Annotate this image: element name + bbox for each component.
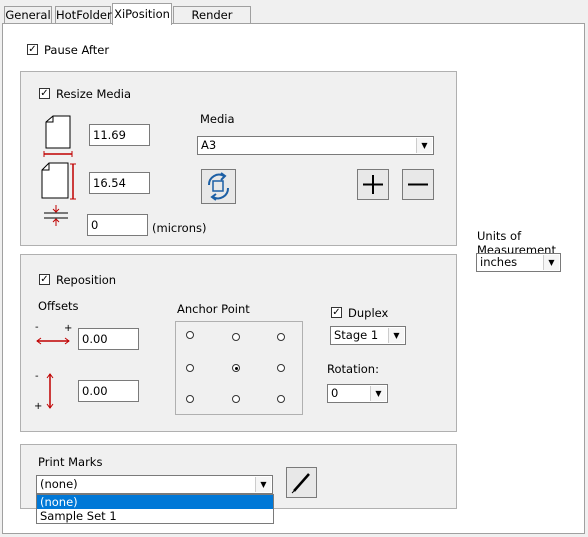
page-width-icon [43, 115, 73, 157]
rotation-select[interactable]: 0 ▼ [327, 384, 388, 403]
svg-text:+: + [64, 323, 72, 334]
bleed-value: 0 [91, 218, 99, 232]
units-select[interactable]: inches ▼ [476, 253, 561, 272]
horizontal-offset-icon: - + [35, 322, 72, 345]
anchor-bottom-right-radio[interactable] [277, 395, 285, 403]
media-select-value: A3 [201, 138, 217, 152]
media-width-input[interactable]: 11.69 [89, 124, 150, 146]
media-label: Media [200, 112, 235, 126]
anchor-middle-left-radio[interactable] [186, 364, 194, 372]
rotate-orientation-button[interactable] [201, 169, 236, 204]
chevron-down-icon: ▼ [255, 477, 271, 492]
vertical-offset-icon: - + [34, 371, 54, 411]
print-marks-dropdown-list: (none) Sample Set 1 [36, 494, 274, 524]
tab-label: General [5, 8, 51, 22]
svg-text:-: - [35, 371, 39, 382]
rotation-label: Rotation: [327, 362, 379, 376]
units-select-value: inches [480, 255, 518, 269]
print-marks-select-value: (none) [40, 477, 78, 491]
offset-x-value: 0.00 [82, 332, 108, 346]
resize-media-label: Resize Media [56, 87, 132, 101]
duplex-checkbox[interactable]: ✓ [331, 307, 342, 318]
offset-y-input[interactable]: 0.00 [78, 380, 139, 402]
media-height-value: 16.54 [93, 176, 126, 190]
pen-icon [291, 473, 310, 494]
pause-after-checkbox[interactable]: ✓ [27, 44, 38, 55]
chevron-down-icon: ▼ [370, 386, 386, 401]
anchor-bottom-center-radio[interactable] [232, 395, 240, 403]
anchor-top-center-radio[interactable] [232, 333, 240, 341]
anchor-top-right-radio[interactable] [277, 333, 285, 341]
stage-select-value: Stage 1 [334, 328, 379, 342]
tab-label: HotFolder [56, 8, 112, 22]
print-marks-label: Print Marks [38, 455, 103, 469]
pause-after-label: Pause After [44, 43, 110, 57]
rotate-icon [207, 172, 230, 201]
offset-x-input[interactable]: 0.00 [78, 328, 139, 350]
svg-text:-: - [35, 322, 39, 333]
reposition-label: Reposition [56, 273, 117, 287]
bleed-gap-icon [44, 205, 68, 226]
chevron-down-icon: ▼ [416, 138, 432, 153]
add-media-button[interactable] [357, 169, 389, 200]
bleed-input[interactable]: 0 [87, 214, 148, 236]
resize-media-checkbox[interactable]: ✓ [39, 88, 50, 99]
chevron-down-icon: ▼ [543, 255, 559, 270]
plus-icon [363, 175, 383, 194]
dropdown-option-sample-set-1[interactable]: Sample Set 1 [37, 509, 273, 523]
page-height-icon [41, 162, 76, 200]
anchor-center-radio[interactable] [232, 364, 240, 372]
minus-icon [408, 183, 428, 186]
chevron-down-icon: ▼ [388, 328, 404, 343]
rotation-select-value: 0 [331, 386, 339, 400]
reposition-checkbox[interactable]: ✓ [39, 274, 50, 285]
anchor-point-label: Anchor Point [177, 302, 250, 316]
tab-label: XiPosition [114, 7, 170, 21]
svg-text:+: + [34, 401, 42, 411]
print-marks-select[interactable]: (none) ▼ [36, 475, 273, 494]
dropdown-option-none[interactable]: (none) [37, 495, 273, 509]
tab-hotfolder[interactable]: HotFolder [55, 6, 112, 23]
anchor-middle-right-radio[interactable] [277, 364, 285, 372]
offsets-label: Offsets [38, 299, 79, 313]
tab-general[interactable]: General [4, 6, 52, 23]
tab-render-action[interactable]: Render Action [173, 6, 251, 39]
stage-select[interactable]: Stage 1 ▼ [330, 326, 406, 345]
bleed-unit-label: (microns) [152, 221, 207, 235]
media-select[interactable]: A3 ▼ [197, 136, 434, 155]
offset-y-value: 0.00 [82, 384, 108, 398]
tab-xiposition[interactable]: XiPosition [112, 3, 172, 25]
anchor-bottom-left-radio[interactable] [186, 395, 194, 403]
media-width-value: 11.69 [93, 128, 126, 142]
anchor-top-left-radio[interactable] [186, 331, 194, 339]
duplex-label: Duplex [348, 306, 389, 320]
edit-print-marks-button[interactable] [286, 467, 317, 498]
remove-media-button[interactable] [402, 169, 434, 200]
media-height-input[interactable]: 16.54 [89, 172, 150, 194]
